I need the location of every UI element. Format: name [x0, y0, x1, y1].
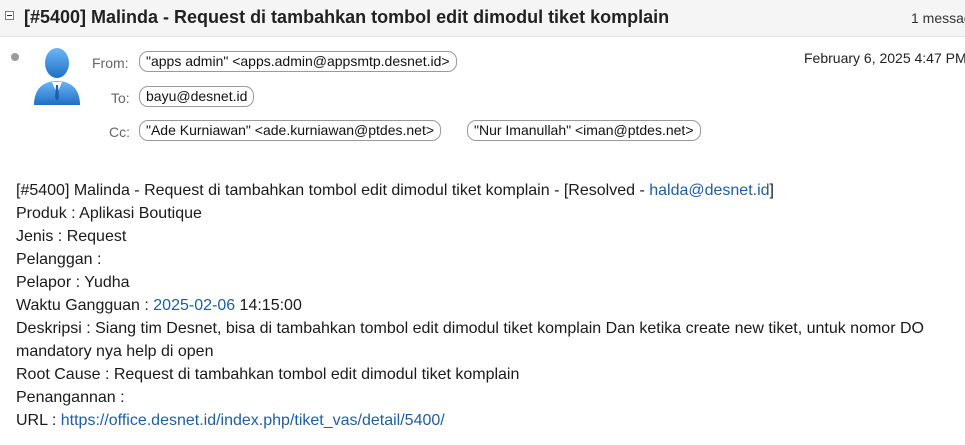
- body-line-waktu: Waktu Gangguan : 2025-02-06 14:15:00: [16, 297, 302, 314]
- body-line-produk: Produk : Aplikasi Boutique: [16, 205, 202, 222]
- message-subject: [#5400] Malinda - Request di tambahkan t…: [24, 7, 670, 27]
- subject-bar: [#5400] Malinda - Request di tambahkan t…: [0, 0, 965, 37]
- cc-address[interactable]: "Ade Kurniawan" <ade.kurniawan@ptdes.net…: [139, 120, 442, 141]
- resolver-email-link[interactable]: halda@desnet.id: [649, 182, 769, 199]
- body-line-url: URL : https://office.desnet.id/index.php…: [16, 412, 445, 429]
- to-label: To:: [111, 90, 130, 106]
- message-body: [#5400] Malinda - Request di tambahkan t…: [16, 179, 961, 432]
- body-line-pelapor: Pelapor : Yudha: [16, 274, 130, 291]
- to-address[interactable]: bayu@desnet.id: [139, 86, 255, 107]
- date-link[interactable]: 2025-02-06: [153, 297, 235, 314]
- message-date: February 6, 2025 4:47 PM: [804, 50, 965, 66]
- body-line-pelanggan: Pelanggan :: [16, 251, 102, 268]
- cc-address[interactable]: "Nur Imanullah" <iman@ptdes.net>: [467, 120, 701, 141]
- collapse-toggle-icon[interactable]: [5, 11, 14, 20]
- body-line-ticket: [#5400] Malinda - Request di tambahkan t…: [16, 182, 774, 199]
- body-line-deskripsi: Deskripsi : Siang tim Desnet, bisa di ta…: [16, 320, 924, 360]
- from-address[interactable]: "apps admin" <apps.admin@appsmtp.desnet.…: [139, 51, 457, 72]
- body-line-jenis: Jenis : Request: [16, 228, 127, 245]
- from-label: From:: [92, 55, 129, 71]
- read-status-dot-icon[interactable]: [11, 53, 19, 61]
- message-count: 1 message: [911, 10, 965, 26]
- avatar: [34, 48, 80, 105]
- cc-label: Cc:: [109, 124, 130, 140]
- body-line-root-cause: Root Cause : Request di tambahkan tombol…: [16, 366, 520, 383]
- body-line-penanganan: Penangannan :: [16, 389, 125, 406]
- ticket-url-link[interactable]: https://office.desnet.id/index.php/tiket…: [61, 412, 445, 429]
